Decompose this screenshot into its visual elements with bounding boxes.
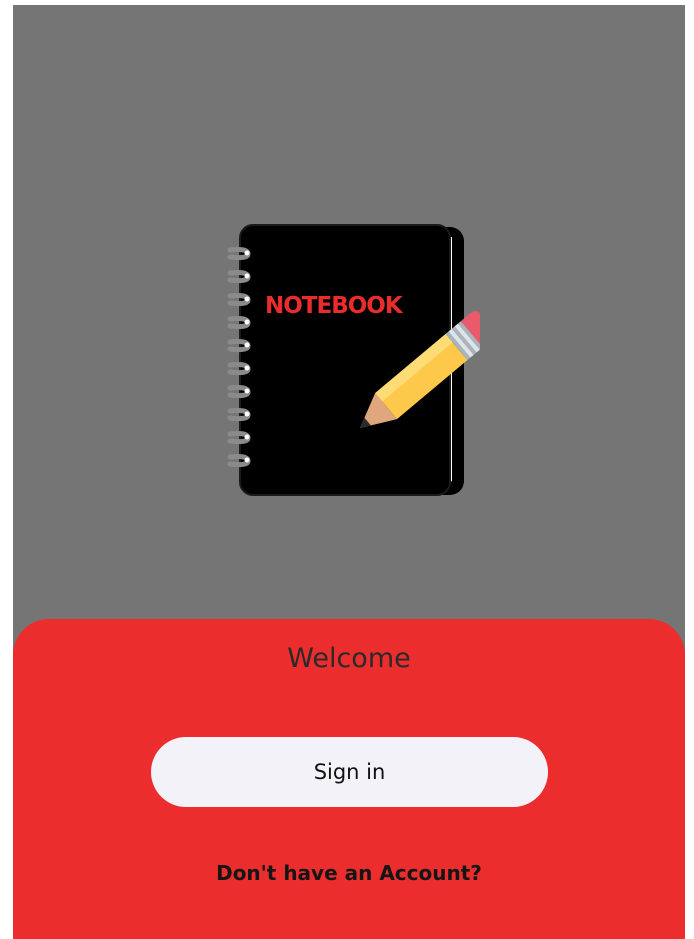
welcome-sheet: Welcome Sign in Don't have an Account?	[13, 619, 685, 939]
sign-in-button[interactable]: Sign in	[151, 737, 548, 807]
app-logo: NOTEBOOK	[220, 223, 480, 508]
app-screen: NOTEBOOK Welcome Sign in Don't have an A…	[13, 5, 685, 939]
create-account-link[interactable]: Don't have an Account?	[13, 861, 685, 885]
notebook-title: NOTEBOOK	[265, 293, 404, 319]
welcome-heading: Welcome	[287, 643, 411, 674]
notebook-pencil-icon: NOTEBOOK	[227, 224, 480, 496]
